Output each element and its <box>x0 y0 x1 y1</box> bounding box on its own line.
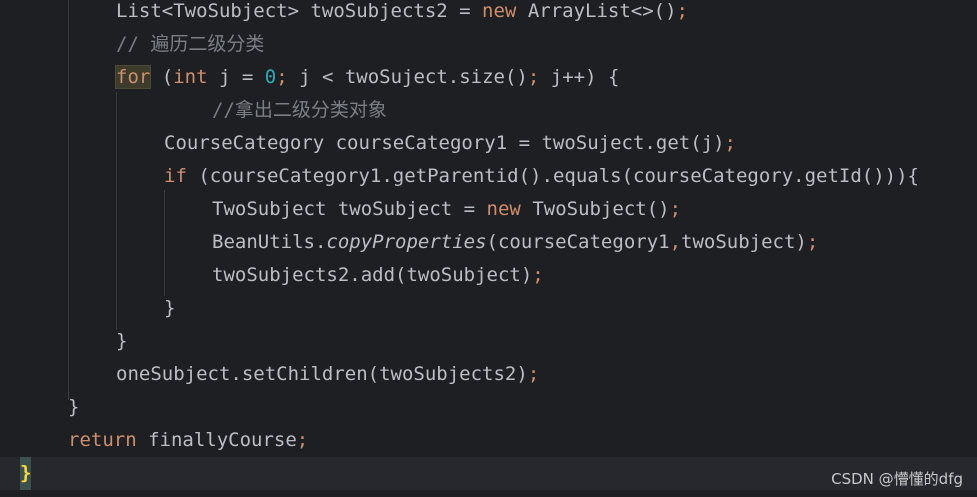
semicolon: ; <box>724 132 736 154</box>
closing-brace: } <box>116 330 128 352</box>
semicolon: ; <box>296 429 309 451</box>
indent-guide <box>164 190 165 296</box>
closing-brace: } <box>164 297 176 319</box>
semicolon: ; <box>532 264 544 286</box>
code-editor[interactable]: List<TwoSubject> twoSubjects2 = new Arra… <box>0 0 977 497</box>
code-text: j++) { <box>539 66 620 88</box>
keyword-for: for <box>114 65 152 89</box>
code-text: twoSubject) <box>681 231 807 253</box>
semicolon: ; <box>527 363 540 385</box>
code-text: BeanUtils. <box>212 231 327 253</box>
indent-guide <box>116 92 117 330</box>
semicolon: ; <box>527 66 540 88</box>
keyword-if: if <box>164 165 187 187</box>
code-text: TwoSubject twoSubject = <box>212 198 487 220</box>
keyword-return: return <box>68 429 137 451</box>
code-line-4[interactable]: //拿出二级分类对象 <box>0 94 387 127</box>
comma: , <box>669 231 682 253</box>
semicolon: ; <box>676 0 688 22</box>
code-line-11[interactable]: } <box>0 325 127 358</box>
code-text: ArrayList<>() <box>516 0 677 22</box>
number-literal: 0 <box>264 66 277 88</box>
keyword-new: new <box>486 198 521 220</box>
keyword-int: int <box>173 66 208 88</box>
code-text: List<TwoSubject> twoSubjects2 = <box>116 0 483 22</box>
comment: //拿出二级分类对象 <box>212 99 387 121</box>
code-text: j = <box>207 66 265 88</box>
closing-brace: } <box>68 396 80 418</box>
code-text: TwoSubject() <box>520 198 670 220</box>
code-line-2[interactable]: // 遍历二级分类 <box>0 28 264 61</box>
keyword-new: new <box>482 0 517 22</box>
code-line-8[interactable]: BeanUtils.copyProperties(courseCategory1… <box>0 226 818 259</box>
code-line-10[interactable]: } <box>0 292 175 325</box>
code-line-1[interactable]: List<TwoSubject> twoSubjects2 = new Arra… <box>0 0 688 28</box>
code-text: ( <box>150 66 174 88</box>
code-line-7[interactable]: TwoSubject twoSubject = new TwoSubject()… <box>0 193 681 226</box>
code-text: oneSubject.setChildren(twoSubjects2) <box>116 363 528 385</box>
code-text: twoSubjects2.add(twoSubject) <box>212 264 533 286</box>
code-text: CourseCategory courseCategory1 = twoSuje… <box>164 132 725 154</box>
code-line-13[interactable]: } <box>0 391 79 424</box>
code-text: finallyCourse <box>136 429 297 451</box>
watermark: CSDN @懵懂的dfg <box>831 470 963 488</box>
semicolon: ; <box>276 66 288 88</box>
comment: // 遍历二级分类 <box>116 33 265 55</box>
code-line-6[interactable]: if (courseCategory1.getParentid().equals… <box>0 160 919 193</box>
matched-brace: } <box>20 457 32 490</box>
static-method-name: copyProperties <box>326 231 487 253</box>
code-text: (courseCategory1 <box>486 231 670 253</box>
code-line-14[interactable]: return finallyCourse; <box>0 424 308 457</box>
code-text: (courseCategory1.getParentid().equals(co… <box>186 165 919 187</box>
code-text: j < twoSuject.size() <box>287 66 528 88</box>
code-line-3[interactable]: for (int j = 0; j < twoSuject.size(); j+… <box>0 61 619 94</box>
code-line-5[interactable]: CourseCategory courseCategory1 = twoSuje… <box>0 127 736 160</box>
code-line-9[interactable]: twoSubjects2.add(twoSubject); <box>0 259 544 292</box>
code-line-12[interactable]: oneSubject.setChildren(twoSubjects2); <box>0 358 539 391</box>
semicolon: ; <box>806 231 819 253</box>
indent-guide <box>68 0 69 400</box>
semicolon: ; <box>669 198 682 220</box>
